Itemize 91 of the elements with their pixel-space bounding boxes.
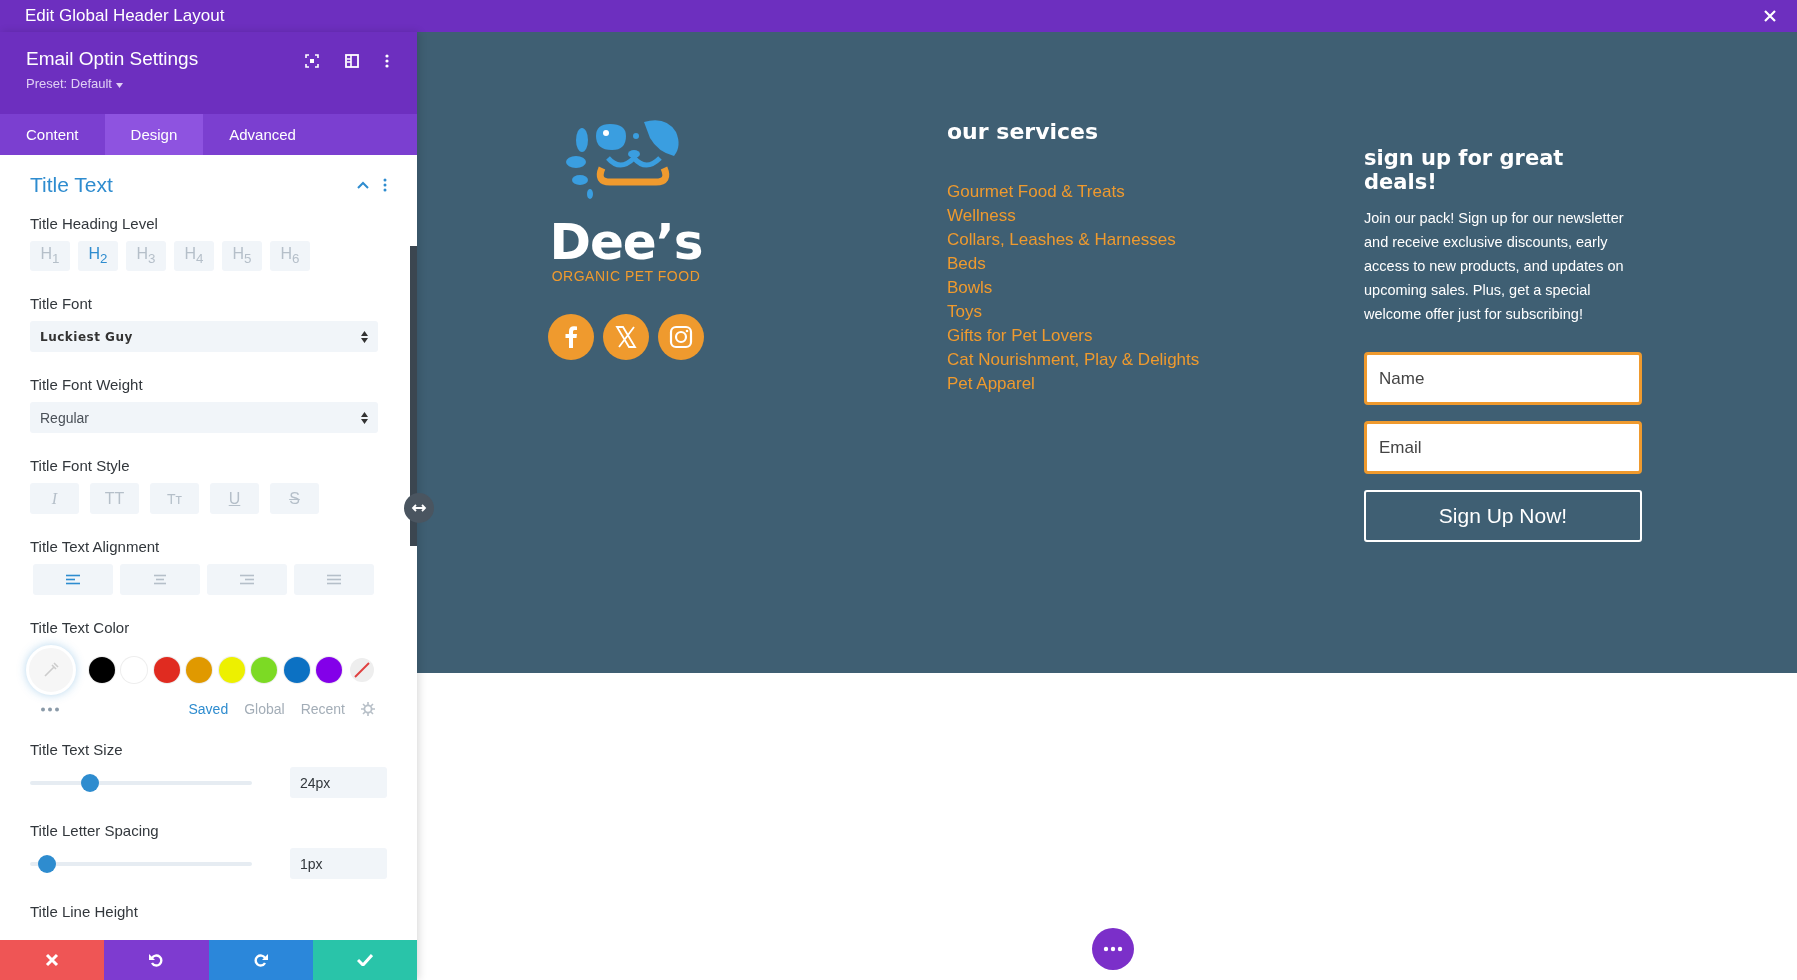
close-icon bbox=[45, 953, 60, 967]
more-icon[interactable] bbox=[40, 706, 60, 712]
settings-icon[interactable] bbox=[361, 702, 375, 716]
instagram-icon[interactable] bbox=[658, 314, 704, 360]
font-weight-select[interactable]: Regular bbox=[30, 402, 378, 433]
sign-up-button[interactable]: Sign Up Now! bbox=[1364, 490, 1642, 542]
service-link[interactable]: Gourmet Food & Treats bbox=[947, 180, 1277, 204]
undo-button[interactable] bbox=[104, 940, 209, 980]
more-options-icon[interactable] bbox=[385, 54, 389, 68]
x-logo-icon[interactable] bbox=[603, 314, 649, 360]
color-swatch[interactable] bbox=[316, 657, 342, 683]
service-link[interactable]: Beds bbox=[947, 252, 1277, 276]
caret-icon bbox=[115, 83, 123, 88]
section-title: Title Text bbox=[30, 173, 113, 197]
service-link[interactable]: Wellness bbox=[947, 204, 1277, 228]
heading-level-button[interactable]: H$_{5}$ bbox=[222, 241, 262, 271]
more-options-icon[interactable] bbox=[383, 178, 387, 192]
font-style-button[interactable]: I bbox=[30, 483, 79, 514]
field-label: Title Heading Level bbox=[30, 215, 159, 232]
color-swatch[interactable] bbox=[251, 657, 277, 683]
value-field[interactable]: 24px bbox=[290, 767, 387, 798]
slider[interactable] bbox=[30, 854, 252, 873]
field-label: Title Letter Spacing bbox=[30, 822, 160, 839]
heading-level-button[interactable]: H$_{3}$ bbox=[126, 241, 166, 271]
text-align-icon bbox=[327, 574, 341, 585]
signup-heading: sign up for great deals! bbox=[1364, 146, 1565, 194]
logo-tagline: ORGANIC PET FOOD bbox=[551, 268, 701, 284]
font-style-button[interactable]: Tт bbox=[150, 483, 199, 514]
name-field[interactable]: Name bbox=[1364, 352, 1642, 405]
palette-tab[interactable]: Saved bbox=[188, 701, 229, 717]
service-link[interactable]: Collars, Leashes & Harnesses bbox=[947, 228, 1277, 252]
font-select[interactable]: Luckiest Guy bbox=[30, 321, 378, 352]
service-link[interactable]: Toys bbox=[947, 300, 1277, 324]
field-label: Title Font Style bbox=[30, 457, 131, 474]
slider-thumb[interactable] bbox=[38, 854, 57, 873]
text-align-icon bbox=[240, 574, 254, 585]
tab[interactable]: Content bbox=[0, 114, 105, 155]
color-swatch[interactable] bbox=[218, 657, 245, 683]
stepper-arrows-icon bbox=[361, 330, 368, 343]
field-label: Title Text Color bbox=[30, 619, 131, 636]
stepper-arrows-icon bbox=[361, 411, 368, 424]
font-style-button[interactable]: U bbox=[210, 483, 259, 514]
color-picker-button[interactable] bbox=[26, 645, 76, 695]
slider-thumb[interactable] bbox=[81, 773, 99, 792]
redo-icon bbox=[252, 952, 269, 968]
logo-text: Dee’s bbox=[549, 216, 703, 268]
services-heading: our services bbox=[947, 120, 1100, 144]
field-label: Title Font bbox=[30, 295, 93, 312]
signup-description: Join our pack! Sign up for our newsletter and receive exclusive discounts, early access to new products, and updates on upcoming sales. Plus, get a special welcome offer just for subscribing! bbox=[1364, 209, 1625, 324]
font-style-button[interactable]: TT bbox=[90, 483, 139, 514]
font-style-button[interactable]: S bbox=[270, 483, 319, 514]
field-label: Title Line Height bbox=[30, 903, 139, 920]
preset-dropdown[interactable]: Preset: Default bbox=[26, 76, 123, 91]
value-field[interactable]: 1px bbox=[290, 848, 387, 879]
service-link[interactable]: Bowls bbox=[947, 276, 1277, 300]
color-swatch[interactable] bbox=[88, 657, 115, 683]
field-label: Title Text Size bbox=[30, 741, 124, 758]
no-color-swatch[interactable] bbox=[348, 657, 375, 683]
color-swatch[interactable] bbox=[153, 657, 180, 683]
resize-handle-icon[interactable] bbox=[404, 493, 434, 523]
more-options-button-icon[interactable] bbox=[1092, 928, 1134, 970]
window-title: Edit Global Header Layout bbox=[25, 6, 225, 26]
heading-level-button[interactable]: H$_{4}$ bbox=[174, 241, 214, 271]
palette-tab[interactable]: Recent bbox=[300, 701, 345, 717]
focus-icon[interactable] bbox=[305, 54, 319, 68]
service-link[interactable]: Gifts for Pet Lovers bbox=[947, 324, 1277, 348]
text-align-icon bbox=[153, 574, 167, 585]
palette-tab[interactable]: Global bbox=[244, 701, 285, 717]
checkmark-icon bbox=[356, 954, 373, 966]
panel-title: Email Optin Settings bbox=[26, 48, 199, 70]
service-link[interactable]: Pet Apparel bbox=[947, 372, 1277, 396]
collapse-icon[interactable] bbox=[357, 181, 369, 189]
email-field[interactable]: Email bbox=[1364, 421, 1642, 474]
layout-icon[interactable] bbox=[345, 54, 359, 68]
close-icon[interactable] bbox=[1763, 9, 1777, 23]
tab[interactable]: Advanced bbox=[203, 114, 322, 155]
color-swatch[interactable] bbox=[283, 657, 310, 683]
discard-button[interactable] bbox=[0, 940, 105, 980]
heading-level-button[interactable]: H$_{6}$ bbox=[270, 241, 310, 271]
service-link[interactable]: Cat Nourishment, Play & Delights bbox=[947, 348, 1277, 372]
scrollbar[interactable] bbox=[410, 246, 417, 546]
facebook-icon[interactable] bbox=[548, 314, 594, 360]
undo-icon bbox=[148, 952, 165, 968]
field-label: Title Font Weight bbox=[30, 376, 144, 393]
heading-level-button[interactable]: H$_{1}$ bbox=[30, 241, 70, 271]
tab[interactable]: Design bbox=[104, 114, 204, 155]
slider[interactable] bbox=[30, 773, 252, 792]
heading-level-button[interactable]: H$_{2}$ bbox=[78, 241, 118, 271]
text-align-icon bbox=[66, 574, 80, 585]
field-label: Title Text Alignment bbox=[30, 538, 161, 555]
color-swatch[interactable] bbox=[186, 657, 212, 683]
